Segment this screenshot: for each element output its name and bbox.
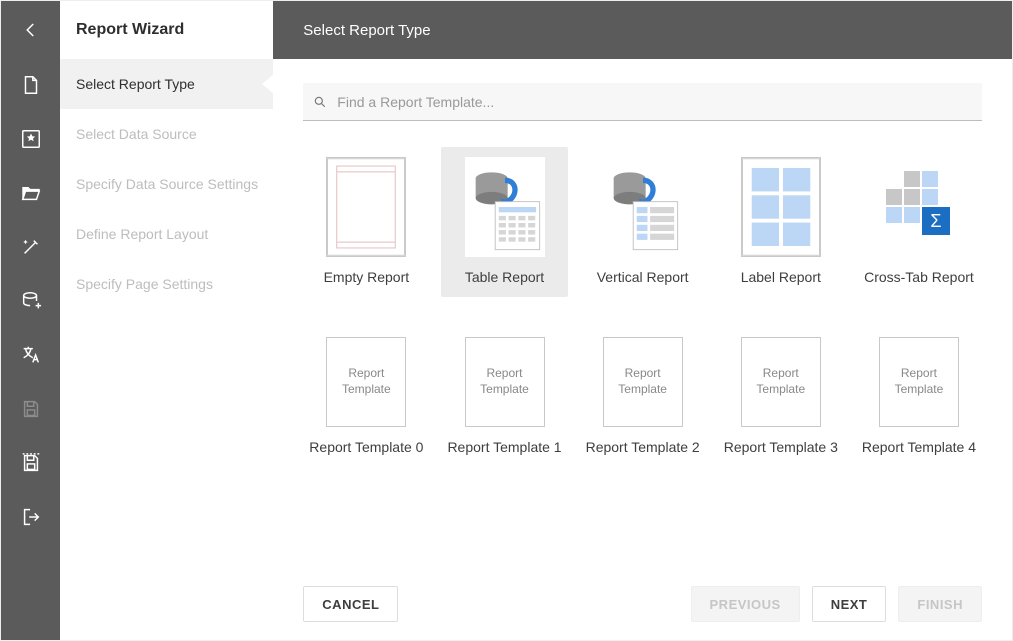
search-box[interactable] bbox=[303, 83, 982, 121]
wizard-step-label: Specify Page Settings bbox=[76, 276, 213, 292]
custom-template-thumb: Report Template bbox=[603, 337, 683, 427]
custom-template-thumb: Report Template bbox=[741, 337, 821, 427]
template-custom-1[interactable]: Report Template Report Template 1 bbox=[441, 327, 567, 467]
template-label: Report Template 0 bbox=[309, 439, 423, 455]
previous-button: PREVIOUS bbox=[691, 586, 800, 622]
template-crosstab-report[interactable]: Σ Cross-Tab Report bbox=[856, 147, 982, 297]
wizard-step-specify-data-source-settings[interactable]: Specify Data Source Settings bbox=[60, 159, 273, 209]
template-custom-0[interactable]: Report Template Report Template 0 bbox=[303, 327, 429, 467]
back-button[interactable] bbox=[1, 9, 60, 51]
crosstab-report-thumb: Σ bbox=[874, 157, 964, 257]
wizard-step-define-report-layout[interactable]: Define Report Layout bbox=[60, 209, 273, 259]
wizard-step-label: Select Report Type bbox=[76, 76, 195, 92]
template-table-report[interactable]: Table Report bbox=[441, 147, 567, 297]
search-icon bbox=[313, 95, 327, 109]
template-label: Report Template 4 bbox=[862, 439, 976, 455]
cancel-button[interactable]: CANCEL bbox=[303, 586, 398, 622]
open-icon[interactable] bbox=[11, 173, 51, 213]
svg-text:Σ: Σ bbox=[930, 211, 941, 231]
wizard-footer: CANCEL PREVIOUS NEXT FINISH bbox=[273, 586, 1012, 622]
wand-icon[interactable] bbox=[11, 227, 51, 267]
template-label: Report Template 2 bbox=[586, 439, 700, 455]
template-custom-3[interactable]: Report Template Report Template 3 bbox=[718, 327, 844, 467]
custom-template-thumb: Report Template bbox=[326, 337, 406, 427]
thumb-text: Report Template bbox=[895, 366, 944, 397]
template-label: Vertical Report bbox=[597, 269, 689, 285]
database-add-icon[interactable] bbox=[11, 281, 51, 321]
template-label: Table Report bbox=[465, 269, 544, 285]
page-title: Select Report Type bbox=[273, 1, 1012, 59]
thumb-text: Report Template bbox=[480, 366, 529, 397]
save-icon bbox=[11, 389, 51, 429]
thumb-text: Report Template bbox=[618, 366, 667, 397]
thumb-text: Report Template bbox=[342, 366, 391, 397]
wizard-step-label: Specify Data Source Settings bbox=[76, 176, 258, 192]
empty-report-thumb bbox=[326, 157, 406, 257]
template-label: Report Template 3 bbox=[724, 439, 838, 455]
search-input[interactable] bbox=[337, 94, 972, 110]
wizard-step-label: Define Report Layout bbox=[76, 226, 208, 242]
custom-template-thumb: Report Template bbox=[879, 337, 959, 427]
template-vertical-report[interactable]: Vertical Report bbox=[580, 147, 706, 297]
vertical-report-thumb bbox=[603, 157, 683, 257]
template-custom-4[interactable]: Report Template Report Template 4 bbox=[856, 327, 982, 467]
exit-icon[interactable] bbox=[11, 497, 51, 537]
main-panel: Select Report Type Empty Report bbox=[273, 1, 1012, 640]
label-report-thumb bbox=[741, 157, 821, 257]
wizard-step-select-data-source[interactable]: Select Data Source bbox=[60, 109, 273, 159]
table-report-thumb bbox=[465, 157, 545, 257]
thumb-text: Report Template bbox=[756, 366, 805, 397]
wizard-step-select-report-type[interactable]: Select Report Type bbox=[60, 59, 273, 109]
template-label: Cross-Tab Report bbox=[864, 269, 974, 285]
template-label: Empty Report bbox=[324, 269, 410, 285]
wizard-step-label: Select Data Source bbox=[76, 126, 197, 142]
template-label-report[interactable]: Label Report bbox=[718, 147, 844, 297]
template-label: Report Template 1 bbox=[447, 439, 561, 455]
template-label: Label Report bbox=[741, 269, 821, 285]
design-wizard-icon[interactable] bbox=[11, 119, 51, 159]
localization-icon[interactable] bbox=[11, 335, 51, 375]
template-empty-report[interactable]: Empty Report bbox=[303, 147, 429, 297]
wizard-nav: Report Wizard Select Report Type Select … bbox=[60, 1, 273, 640]
save-as-icon[interactable] bbox=[11, 443, 51, 483]
custom-template-thumb: Report Template bbox=[465, 337, 545, 427]
icon-rail bbox=[1, 1, 60, 640]
finish-button: FINISH bbox=[898, 586, 982, 622]
next-button[interactable]: NEXT bbox=[812, 586, 887, 622]
wizard-title: Report Wizard bbox=[60, 1, 273, 59]
wizard-step-specify-page-settings[interactable]: Specify Page Settings bbox=[60, 259, 273, 309]
template-custom-2[interactable]: Report Template Report Template 2 bbox=[580, 327, 706, 467]
new-report-icon[interactable] bbox=[11, 65, 51, 105]
